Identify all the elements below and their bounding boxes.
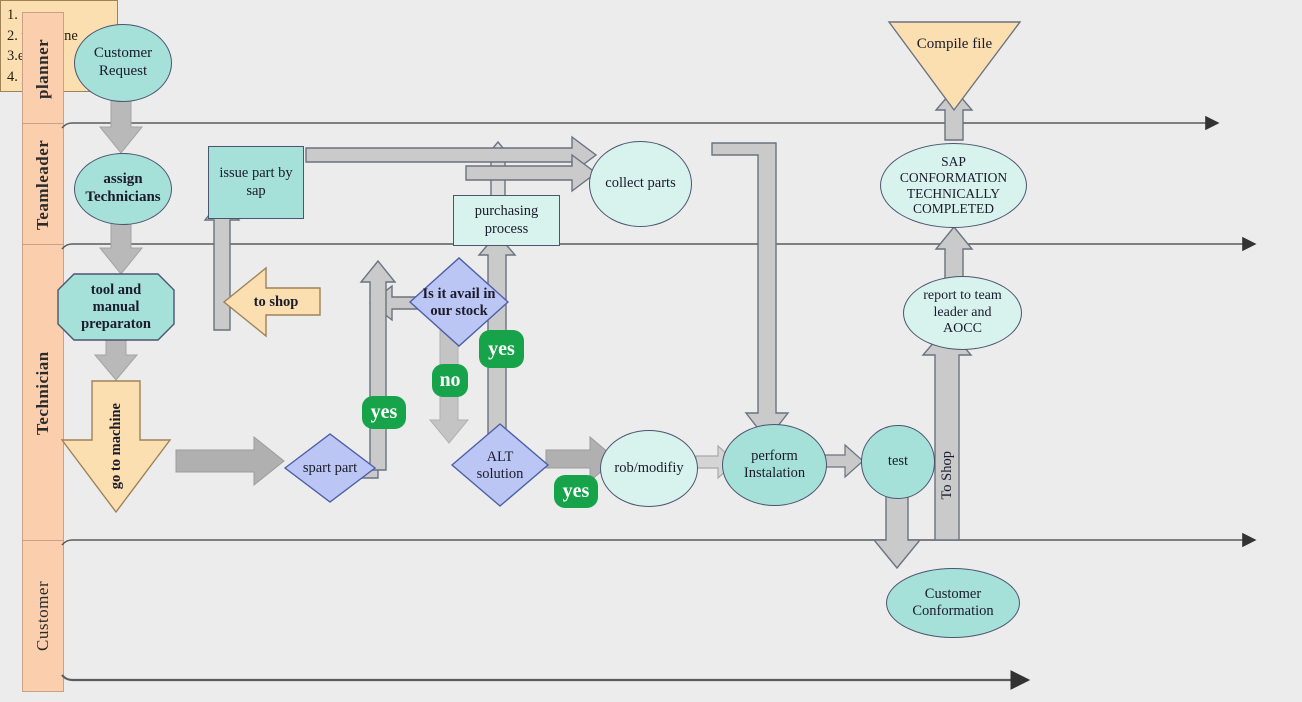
node-test-label: test <box>887 453 909 470</box>
node-purchasing-process[interactable]: purchasing process <box>453 195 560 246</box>
flowchart-canvas: planner Teamleader Technician Customer 1… <box>0 0 1302 702</box>
node-assign-technicians-label: assign Technicians <box>85 171 161 205</box>
lane-divider-3 <box>61 532 1257 548</box>
arrow-assign-to-tool <box>98 220 144 275</box>
node-assign-technicians[interactable]: assign Technicians <box>74 153 172 225</box>
node-compile-file-shape <box>887 21 1022 112</box>
node-customer-request[interactable]: Customer Request <box>74 24 172 102</box>
arrow-perform-to-test <box>822 443 864 479</box>
node-go-to-machine-shape <box>60 380 172 514</box>
arrow-test-to-customerconformation <box>872 495 922 570</box>
edge-label-yes-alt-to-rob-text: yes <box>562 480 590 502</box>
edge-label-yes-alt-to-rob: yes <box>554 475 598 508</box>
node-collect-parts[interactable]: collect parts <box>589 141 692 227</box>
edge-label-no-stock-to-alt-text: no <box>439 369 461 391</box>
edge-label-no-stock-to-alt: no <box>432 364 468 397</box>
node-tool-and-manual-shape <box>57 273 175 341</box>
edge-label-yes-spart-to-stock-text: yes <box>370 401 398 423</box>
lane-bottom-line <box>61 670 1031 690</box>
arrow-request-to-assign <box>98 99 144 154</box>
arrow-report-to-sapconformation <box>934 225 974 281</box>
lane-divider-2 <box>61 236 1257 252</box>
edge-label-yes-alt-to-purchasing-text: yes <box>488 337 515 360</box>
node-customer-request-label: Customer Request <box>93 45 153 79</box>
edge-label-yes-spart-to-stock: yes <box>362 396 406 429</box>
arrow-to-shop-connector <box>921 325 973 541</box>
node-sap-conformation[interactable]: SAP CONFORMATION TECHNICALLY COMPLETED <box>880 143 1027 228</box>
node-perform-instalation[interactable]: perform Instalation <box>722 424 827 506</box>
node-customer-conformation-label: Customer Conformation <box>912 585 994 619</box>
arrow-tool-to-gomachine <box>93 337 139 381</box>
node-alt-solution-shape <box>450 423 550 507</box>
node-issue-part-by-sap-label: issue part by sap <box>219 165 293 199</box>
node-perform-instalation-label: perform Instalation <box>743 447 806 481</box>
node-test[interactable]: test <box>861 425 935 499</box>
node-issue-part-by-sap[interactable]: issue part by sap <box>208 146 304 219</box>
node-collect-parts-label: collect parts <box>605 175 676 192</box>
node-spart-part-shape <box>283 433 377 503</box>
node-customer-conformation[interactable]: Customer Conformation <box>886 568 1020 638</box>
node-report-to-team-leader-label: report to team leader and AOCC <box>923 288 1002 337</box>
lane-divider-1a <box>61 122 945 129</box>
node-sap-conformation-label: SAP CONFORMATION TECHNICALLY COMPLETED <box>899 153 1008 217</box>
edge-label-yes-alt-to-purchasing: yes <box>479 330 524 368</box>
node-purchasing-process-label: purchasing process <box>474 203 539 237</box>
node-rob-modifiy[interactable]: rob/modifiy <box>600 430 698 507</box>
node-report-to-team-leader[interactable]: report to team leader and AOCC <box>903 276 1022 350</box>
node-to-shop-shape <box>222 266 321 338</box>
arrow-collectparts-to-perform <box>711 142 790 442</box>
arrow-gomachine-to-spartpart <box>175 435 285 487</box>
node-rob-modifiy-label: rob/modifiy <box>614 459 684 476</box>
connector-layer <box>57 21 1257 690</box>
